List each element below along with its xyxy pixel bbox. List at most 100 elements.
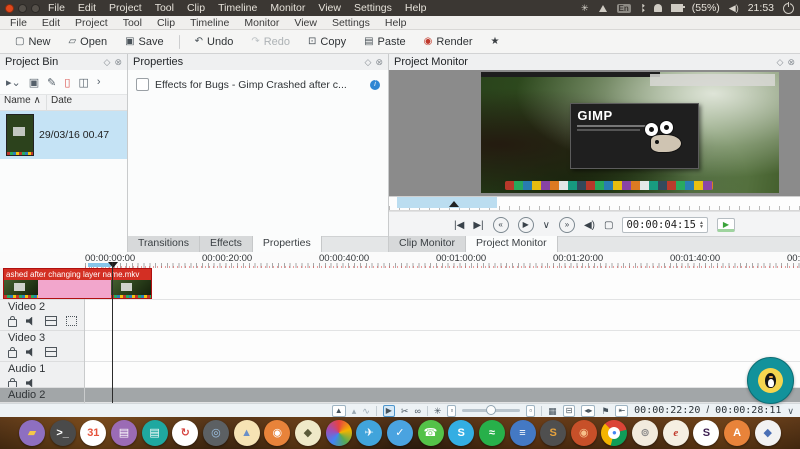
dock-icon[interactable]: ◉: [264, 420, 290, 446]
monitor-ruler[interactable]: [389, 196, 800, 211]
hide-video-icon[interactable]: [45, 316, 57, 326]
float-panel-icon[interactable]: ◇: [104, 57, 111, 68]
statusbar-icon[interactable]: ▦: [548, 406, 557, 416]
menu-item[interactable]: Clip: [157, 17, 175, 29]
lock-icon[interactable]: [8, 381, 17, 389]
volume-icon[interactable]: ◀): [729, 3, 739, 14]
monitor-control-button[interactable]: «: [493, 217, 509, 233]
monitor-zone[interactable]: [397, 197, 497, 208]
dock-icon[interactable]: S: [693, 420, 719, 446]
mute-icon[interactable]: [26, 379, 36, 388]
dock-icon[interactable]: ≈: [479, 420, 505, 446]
minimize-window-button[interactable]: [18, 4, 27, 13]
track-lane[interactable]: [85, 331, 800, 362]
zoom-slider-handle[interactable]: [486, 405, 496, 415]
maximize-window-button[interactable]: [31, 4, 40, 13]
statusbar-icon[interactable]: ▫: [447, 405, 456, 417]
dock-icon[interactable]: ◆: [755, 420, 781, 446]
zoom-slider[interactable]: [462, 409, 520, 412]
bin-tool-icon[interactable]: ✎: [47, 76, 56, 89]
dock-icon[interactable]: e: [663, 420, 689, 446]
panel-tab[interactable]: Transitions: [128, 236, 200, 252]
monitor-control-button[interactable]: ◀): [584, 220, 595, 231]
monitor-tab[interactable]: Project Monitor: [466, 236, 558, 252]
track-header[interactable]: Video 2: [0, 300, 84, 331]
monitor-video-area[interactable]: GIMP: [389, 70, 800, 196]
bluetooth-icon[interactable]: [640, 4, 645, 13]
indicator-icon[interactable]: ✳: [581, 3, 589, 14]
track-lanes[interactable]: [85, 268, 800, 403]
track-header[interactable]: Video 3: [0, 331, 84, 362]
timeline-clip[interactable]: ashed after changing layer name.mkv: [3, 268, 152, 299]
toolbar-button[interactable]: ⊡ Copy: [301, 34, 353, 50]
close-panel-icon[interactable]: ⊗: [787, 57, 795, 68]
bin-clip-row[interactable]: 29/03/16 00.47: [0, 111, 127, 159]
toolbar-button[interactable]: ▤ Paste: [357, 34, 413, 50]
dock-icon[interactable]: ●: [601, 420, 627, 446]
global-menu-item[interactable]: File: [48, 2, 65, 14]
statusbar-icon[interactable]: ∞: [414, 406, 420, 416]
track-lane[interactable]: [85, 300, 800, 331]
bin-tool-icon[interactable]: ▯: [64, 76, 70, 89]
panel-splitter[interactable]: [388, 54, 389, 252]
dock-icon[interactable]: ◎: [203, 420, 229, 446]
dock-icon[interactable]: S: [540, 420, 566, 446]
monitor-tab[interactable]: Clip Monitor: [389, 236, 466, 252]
track-header[interactable]: Audio 2: [0, 388, 84, 403]
monitor-playhead[interactable]: [449, 201, 459, 207]
lock-icon[interactable]: [8, 319, 17, 327]
statusbar-icon[interactable]: ▶: [383, 405, 395, 417]
global-menu-item[interactable]: Edit: [78, 2, 96, 14]
battery-icon[interactable]: [671, 4, 683, 12]
monitor-control-button[interactable]: ▶: [518, 217, 534, 233]
dock-icon[interactable]: ↻: [172, 420, 198, 446]
chevron-down-icon[interactable]: ∨: [787, 406, 794, 416]
menu-item[interactable]: Edit: [42, 17, 60, 29]
toolbar-button[interactable]: ▢ New: [8, 34, 57, 50]
track-lane[interactable]: [85, 388, 800, 403]
statusbar-icon[interactable]: ▴: [352, 406, 357, 416]
mute-icon[interactable]: [26, 348, 36, 357]
monitor-control-button[interactable]: |◀: [454, 220, 464, 231]
mute-icon[interactable]: [26, 317, 36, 326]
panel-tab[interactable]: Effects: [200, 236, 253, 252]
keyboard-layout-indicator[interactable]: En: [617, 4, 631, 13]
bin-tool-icon[interactable]: ▣: [29, 76, 39, 89]
panel-splitter[interactable]: [127, 54, 128, 252]
statusbar-icon[interactable]: ⚑: [601, 406, 609, 416]
global-menu-item[interactable]: Timeline: [218, 2, 257, 14]
global-menu-item[interactable]: Settings: [354, 2, 392, 14]
toolbar-button[interactable]: ▱ Open: [61, 34, 114, 50]
wifi-icon[interactable]: [598, 4, 608, 12]
toolbar-button[interactable]: ↶ Undo: [188, 34, 241, 50]
panel-tab[interactable]: Properties: [253, 236, 322, 252]
dock-icon[interactable]: ▤: [111, 420, 137, 446]
monitor-control-button[interactable]: »: [559, 217, 575, 233]
close-window-button[interactable]: [5, 4, 14, 13]
dock-icon[interactable]: 31: [80, 420, 106, 446]
statusbar-icon[interactable]: [541, 406, 542, 416]
dock-icon[interactable]: ✓: [387, 420, 413, 446]
statusbar-icon[interactable]: ⇤: [615, 405, 628, 417]
play-zone-button[interactable]: ▶: [717, 218, 735, 232]
float-panel-icon[interactable]: ◇: [777, 57, 784, 68]
menu-item[interactable]: Help: [385, 17, 407, 29]
lock-icon[interactable]: [8, 350, 17, 358]
dock-icon[interactable]: ⊚: [632, 420, 658, 446]
close-panel-icon[interactable]: ⊗: [114, 57, 122, 68]
global-menu-item[interactable]: Monitor: [270, 2, 305, 14]
menu-item[interactable]: Monitor: [244, 17, 279, 29]
effect-label[interactable]: Effects for Bugs - Gimp Crashed after c.…: [155, 79, 364, 91]
track-header[interactable]: Audio 1: [0, 362, 84, 388]
dock-icon[interactable]: ☎: [418, 420, 444, 446]
bin-tool-icon[interactable]: ▸⌄: [6, 76, 21, 89]
effect-enable-checkbox[interactable]: [136, 78, 149, 91]
statusbar-icon[interactable]: ⊟: [563, 405, 576, 417]
toolbar-button[interactable]: [179, 35, 180, 49]
timeline-ruler[interactable]: 00:00:00:0000:00:20:0000:00:40:0000:01:0…: [0, 252, 800, 269]
toolbar-button[interactable]: ▣ Save: [118, 34, 171, 50]
menu-item[interactable]: Project: [75, 17, 108, 29]
menu-item[interactable]: Settings: [332, 17, 370, 29]
dock-icon[interactable]: ▲: [234, 420, 260, 446]
global-menu-item[interactable]: View: [318, 2, 341, 14]
